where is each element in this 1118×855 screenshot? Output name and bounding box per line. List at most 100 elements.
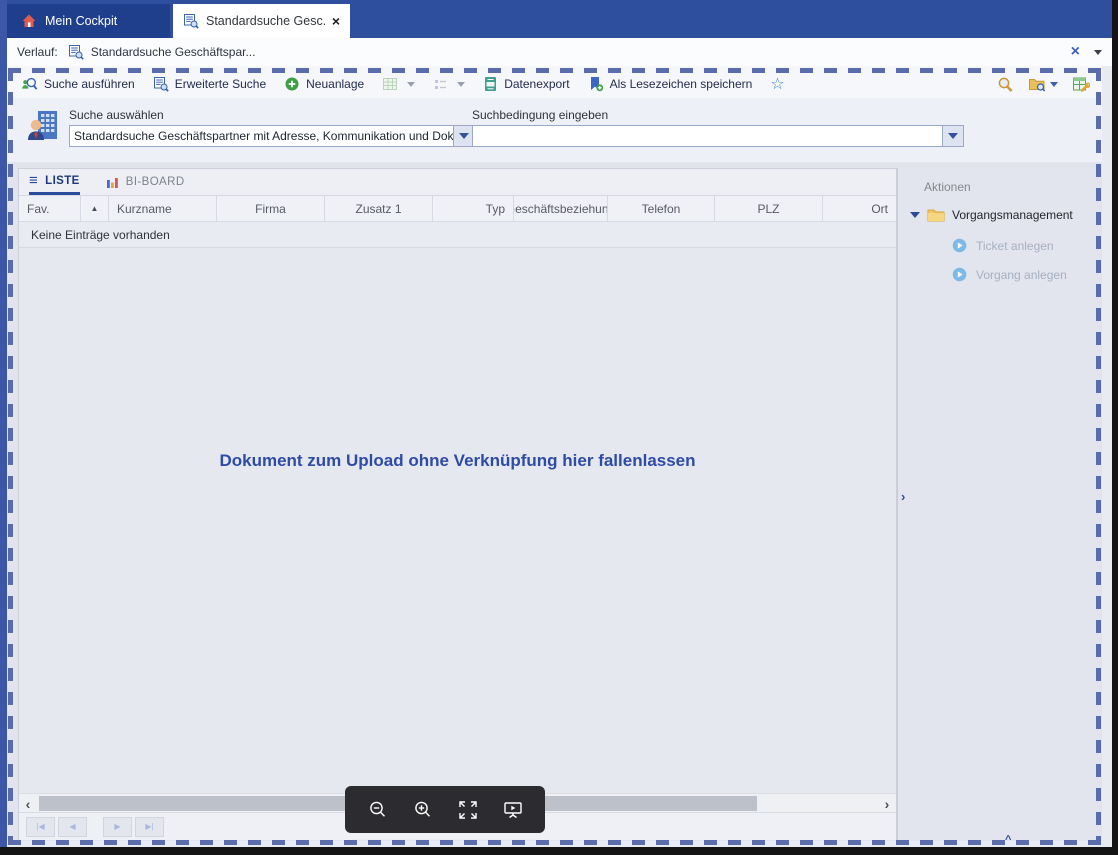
button-label: Suche ausführen [44, 77, 135, 91]
view-grid-dropdown-disabled [382, 76, 415, 92]
button-label: Datenexport [504, 77, 569, 91]
table-grid-icon [382, 76, 398, 92]
tab-standardsuche[interactable]: Standardsuche Gesc... × [173, 4, 350, 38]
chevron-down-icon [407, 82, 415, 87]
history-label: Verlauf: [17, 45, 58, 59]
chevron-down-icon [457, 82, 465, 87]
data-export-button[interactable]: Datenexport [483, 76, 569, 92]
home-icon [21, 13, 37, 29]
bar-chart-icon [106, 176, 119, 189]
play-circle-icon [952, 238, 967, 253]
table-wrench-icon[interactable] [1072, 76, 1090, 93]
action-vorgang-anlegen[interactable]: Vorgang anlegen [952, 267, 1067, 282]
list-icon: ≡ [29, 173, 38, 188]
actions-panel: Aktionen Vorgangsmanagement Ticket anleg… [900, 168, 1096, 840]
document-drop-hint: Dokument zum Upload ohne Verknüpfung hie… [19, 451, 896, 471]
bookmark-plus-icon [588, 76, 604, 92]
chevron-down-icon[interactable] [1094, 50, 1102, 55]
column-header-geschaeftsbeziehung[interactable]: Geschäftsbeziehung [514, 196, 608, 221]
main-toolbar: Suche ausführen Erweiterte Suche Neuanla… [7, 66, 1102, 98]
star-icon[interactable]: ☆ [770, 74, 784, 94]
tab-mein-cockpit[interactable]: Mein Cockpit [7, 4, 170, 38]
column-header-fav[interactable]: Fav. [19, 196, 81, 221]
search-select-value: Standardsuche Geschäftspartner mit Adres… [70, 129, 453, 143]
save-bookmark-button[interactable]: Als Lesezeichen speichern [588, 76, 753, 92]
button-label: Erweiterte Suche [175, 77, 266, 91]
prev-page-button[interactable]: ◀ [58, 817, 87, 837]
view-list-dropdown-disabled [433, 77, 465, 92]
first-page-button[interactable]: |◀ [26, 817, 55, 837]
tab-label: LISTE [45, 175, 80, 187]
run-search-icon [21, 76, 38, 92]
list-small-icon [433, 77, 448, 92]
tree-group-vorgangsmanagement[interactable]: Vorgangsmanagement [910, 208, 1073, 222]
panel-collapse-up-icon[interactable]: ^ [1005, 834, 1011, 846]
csv-export-icon [483, 76, 498, 92]
folder-search-icon[interactable] [1028, 76, 1058, 92]
column-header-firma[interactable]: Firma [217, 196, 325, 221]
magnifier-gold-icon[interactable] [996, 76, 1014, 93]
advanced-search-button[interactable]: Erweiterte Suche [153, 76, 266, 92]
top-tab-bar: Mein Cockpit Standardsuche Gesc... × [0, 0, 1112, 38]
tree-group-label: Vorgangsmanagement [952, 208, 1073, 222]
application-window: Mein Cockpit Standardsuche Gesc... × Ver… [0, 0, 1118, 855]
plus-circle-icon [284, 76, 300, 92]
zoom-in-icon[interactable] [412, 799, 434, 821]
search-list-icon [183, 13, 199, 29]
search-select-combobox[interactable]: Standardsuche Geschäftspartner mit Adres… [69, 125, 475, 147]
zoom-out-icon[interactable] [367, 799, 389, 821]
search-select-label: Suche auswählen [69, 108, 164, 122]
zoom-toolbar [345, 786, 545, 833]
tab-label: Standardsuche Gesc... [206, 14, 325, 28]
tab-label: BI-BOARD [126, 176, 185, 188]
tree-collapse-icon[interactable] [910, 212, 920, 218]
close-icon[interactable]: × [1071, 44, 1080, 60]
empty-results-message: Keine Einträge vorhanden [19, 222, 896, 248]
column-header-zusatz1[interactable]: Zusatz 1 [325, 196, 433, 221]
column-header-ort[interactable]: Ort [823, 196, 896, 221]
search-condition-label: Suchbedingung eingeben [472, 108, 608, 122]
column-header-plz[interactable]: PLZ [715, 196, 823, 221]
action-label: Vorgang anlegen [976, 268, 1067, 282]
panel-expand-icon[interactable]: › [901, 490, 905, 503]
table-header-row: Fav. ▲ Kurzname Firma Zusatz 1 Typ Gesch… [19, 195, 896, 222]
result-panel: ≡ LISTE BI-BOARD Fav. ▲ Kurzname Firma Z… [18, 168, 897, 840]
next-page-button[interactable]: ▶ [103, 817, 132, 837]
history-entry[interactable]: Standardsuche Geschäftspar... [91, 45, 256, 59]
search-list-icon [68, 44, 84, 60]
search-criteria-row: Suche auswählen Standardsuche Geschäftsp… [7, 98, 1102, 162]
tab-close-icon[interactable]: × [332, 14, 340, 28]
presentation-icon[interactable] [502, 799, 524, 821]
sort-asc-icon: ▲ [91, 204, 99, 213]
folder-icon [927, 208, 945, 222]
dropdown-button[interactable] [942, 126, 963, 146]
toolbar-right-group [996, 76, 1090, 93]
tab-liste[interactable]: ≡ LISTE [29, 169, 80, 195]
fullscreen-icon[interactable] [457, 799, 479, 821]
column-header-sort[interactable]: ▲ [81, 196, 109, 221]
search-condition-combobox[interactable] [472, 125, 964, 147]
panel-divider[interactable] [897, 168, 898, 840]
scroll-right-icon[interactable]: › [878, 794, 896, 813]
new-record-button[interactable]: Neuanlage [284, 76, 364, 92]
action-ticket-anlegen[interactable]: Ticket anlegen [952, 238, 1054, 253]
tab-label: Mein Cockpit [45, 14, 117, 28]
app-frame: Mein Cockpit Standardsuche Gesc... × Ver… [0, 0, 1112, 847]
run-search-button[interactable]: Suche ausführen [21, 76, 135, 92]
button-label: Als Lesezeichen speichern [610, 77, 753, 91]
column-header-typ[interactable]: Typ [433, 196, 514, 221]
result-tabs: ≡ LISTE BI-BOARD [19, 169, 896, 195]
button-label: Neuanlage [306, 77, 364, 91]
tab-bi-board[interactable]: BI-BOARD [106, 169, 185, 195]
chevron-down-icon [1050, 82, 1058, 87]
scroll-left-icon[interactable]: ‹ [19, 794, 37, 813]
column-header-kurzname[interactable]: Kurzname [109, 196, 217, 221]
window-left-edge [0, 0, 7, 847]
chevron-down-icon [459, 133, 469, 139]
last-page-button[interactable]: ▶| [135, 817, 164, 837]
search-list-icon [153, 76, 169, 92]
dropdown-button[interactable] [453, 126, 474, 146]
column-header-telefon[interactable]: Telefon [608, 196, 715, 221]
history-bar: Verlauf: Standardsuche Geschäftspar... × [7, 38, 1112, 66]
business-partner-icon [25, 108, 61, 148]
